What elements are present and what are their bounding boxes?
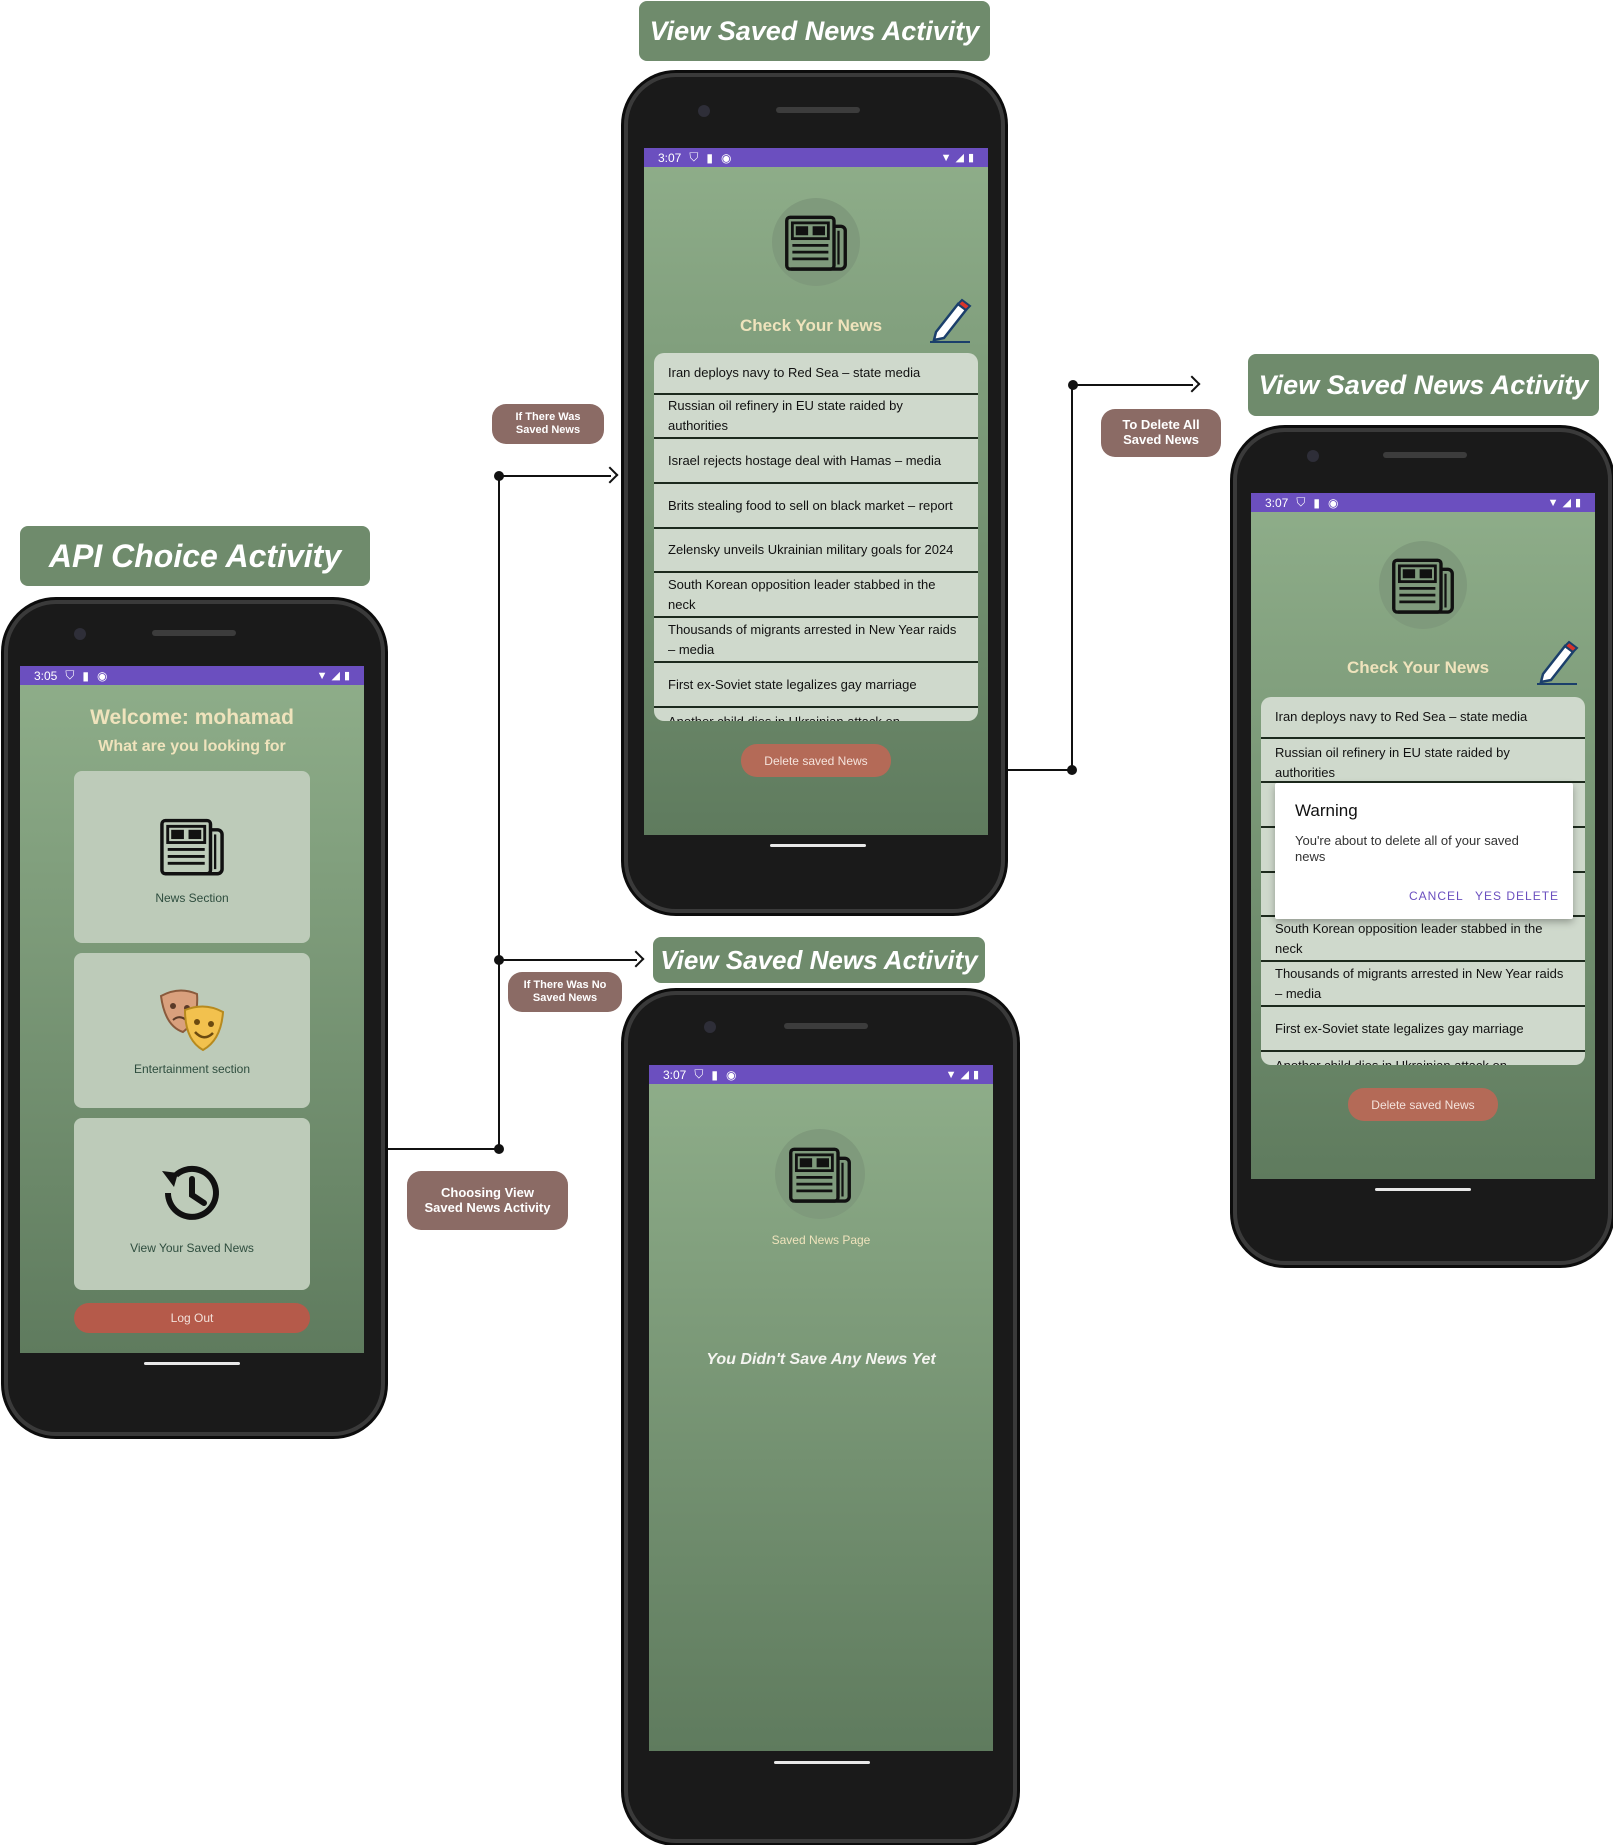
- saved-news-list[interactable]: Iran deploys navy to Red Sea – state med…: [654, 353, 978, 721]
- list-item[interactable]: Russian oil refinery in EU state raided …: [1261, 739, 1585, 783]
- list-item[interactable]: Thousands of migrants arrested in New Ye…: [654, 618, 978, 663]
- empty-message: You Didn't Save Any News Yet: [706, 1351, 936, 1368]
- delete-saved-news-button[interactable]: Delete saved News: [741, 744, 891, 777]
- view-saved-activity-label-top: View Saved News Activity: [639, 1, 990, 61]
- saved-news-label: View Your Saved News: [130, 1241, 254, 1255]
- signal-icon: ◢: [955, 152, 964, 164]
- pencil-icon[interactable]: [926, 296, 974, 344]
- dialog-title: Warning: [1295, 801, 1358, 820]
- circle-icon: ◉: [96, 668, 108, 683]
- list-item[interactable]: Another child dies in Ukrainian attack o…: [1261, 1052, 1585, 1065]
- entertainment-section-label: Entertainment section: [133, 1061, 251, 1076]
- signal-icon: ◢: [960, 1069, 969, 1081]
- battery-icon: ▮: [343, 670, 350, 682]
- logout-button[interactable]: Log Out: [74, 1303, 310, 1333]
- circle-icon: ◉: [725, 1067, 737, 1082]
- flow-label-to-delete: To Delete All Saved News: [1101, 409, 1221, 457]
- status-bar: 3:05 ⛉ ▮ ◉ ▼ ◢ ▮: [20, 666, 364, 685]
- status-bar: 3:07 ⛉ ▮ ◉ ▼ ◢ ▮: [644, 148, 988, 167]
- flow-label-if-saved: If There Was Saved News: [492, 404, 604, 444]
- list-item[interactable]: Russian oil refinery in EU state raided …: [654, 395, 978, 439]
- check-your-news-title: Check Your News: [1347, 658, 1490, 677]
- battery-icon: ▮: [1574, 497, 1581, 509]
- dialog-message: You're about to delete all of your saved…: [1295, 833, 1519, 864]
- sd-card-icon: ▮: [82, 668, 89, 683]
- shield-icon: ⛉: [1296, 495, 1306, 509]
- view-saved-activity-label-right: View Saved News Activity: [1248, 354, 1599, 416]
- newspaper-icon: [780, 206, 852, 278]
- entertainment-section-card[interactable]: Entertainment section: [74, 953, 310, 1108]
- list-item[interactable]: Iran deploys navy to Red Sea – state med…: [654, 353, 978, 395]
- circle-icon: ◉: [1327, 495, 1339, 510]
- status-time: 3:07: [663, 1067, 687, 1082]
- signal-icon: ◢: [1562, 497, 1571, 509]
- view-saved-activity-label-bottom: View Saved News Activity: [653, 937, 985, 983]
- newspaper-icon: [1387, 549, 1459, 621]
- status-time: 3:07: [1265, 495, 1289, 510]
- screen-view-saved: 3:07 ⛉ ▮ ◉ ▼ ◢ ▮ Check Your News Iran deploys…: [644, 148, 988, 835]
- list-item[interactable]: Brits stealing food to sell on black mar…: [654, 484, 978, 529]
- warning-dialog: Warning You're about to delete all of yo…: [1275, 783, 1573, 919]
- list-item[interactable]: South Korean opposition leader stabbed i…: [1261, 917, 1585, 962]
- status-bar: 3:07 ⛉ ▮ ◉ ▼ ◢ ▮: [649, 1065, 993, 1084]
- list-item[interactable]: Zelensky unveils Ukrainian military goal…: [654, 529, 978, 573]
- newspaper-icon: [155, 809, 229, 883]
- welcome-text: Welcome: mohamad: [90, 706, 294, 729]
- history-icon: [162, 1165, 219, 1220]
- status-bar: 3:07 ⛉ ▮ ◉ ▼ ◢ ▮: [1251, 493, 1595, 512]
- saved-news-card[interactable]: View Your Saved News: [74, 1118, 310, 1290]
- wifi-icon: ▼: [1547, 496, 1559, 509]
- phone-view-saved-empty: 3:07 ⛉ ▮ ◉ ▼ ◢ ▮ Saved News Page You Didn't S…: [624, 991, 1017, 1843]
- phone-view-saved-with-news: 3:07 ⛉ ▮ ◉ ▼ ◢ ▮ Check Your News Iran deploys…: [624, 73, 1005, 913]
- status-time: 3:05: [34, 668, 58, 683]
- check-your-news-title: Check Your News: [740, 316, 883, 335]
- sd-card-icon: ▮: [1313, 495, 1320, 510]
- list-item[interactable]: Another child dies in Ukrainian attack o…: [654, 708, 978, 721]
- shield-icon: ⛉: [65, 668, 75, 682]
- battery-icon: ▮: [972, 1069, 979, 1081]
- shield-icon: ⛉: [694, 1067, 704, 1081]
- newspaper-icon-circle: [772, 198, 860, 286]
- cancel-button[interactable]: CANCEL: [1409, 889, 1464, 903]
- screen-api-choice: 3:05 ⛉ ▮ ◉ ▼ ◢ ▮ Welcome: mohamad What are yo…: [20, 666, 364, 1353]
- list-item[interactable]: Israel rejects hostage deal with Hamas –…: [654, 439, 978, 484]
- status-time: 3:07: [658, 150, 682, 165]
- signal-icon: ◢: [331, 670, 340, 682]
- wifi-icon: ▼: [940, 151, 952, 164]
- screen-dialog: 3:07 ⛉ ▮ ◉ ▼ ◢ ▮ Check Your News Iran deploys…: [1251, 493, 1595, 1179]
- shield-icon: ⛉: [689, 150, 699, 164]
- circle-icon: ◉: [720, 150, 732, 165]
- list-item[interactable]: First ex-Soviet state legalizes gay marr…: [1261, 1007, 1585, 1052]
- subtitle-text: What are you looking for: [98, 738, 286, 755]
- newspaper-icon: [784, 1138, 856, 1210]
- wifi-icon: ▼: [945, 1068, 957, 1081]
- list-item[interactable]: Thousands of migrants arrested in New Ye…: [1261, 962, 1585, 1007]
- pencil-icon[interactable]: [1533, 638, 1581, 686]
- phone-api-choice: 3:05 ⛉ ▮ ◉ ▼ ◢ ▮ Welcome: mohamad What are yo…: [4, 600, 385, 1436]
- newspaper-icon-circle: [775, 1129, 865, 1219]
- list-item[interactable]: Iran deploys navy to Red Sea – state med…: [1261, 697, 1585, 739]
- list-item[interactable]: First ex-Soviet state legalizes gay marr…: [654, 663, 978, 708]
- theater-masks-icon: [159, 989, 225, 1051]
- sd-card-icon: ▮: [706, 150, 713, 165]
- screen-saved-empty: 3:07 ⛉ ▮ ◉ ▼ ◢ ▮ Saved News Page You Didn't S…: [649, 1065, 993, 1751]
- saved-news-page-title: Saved News Page: [771, 1233, 871, 1247]
- newspaper-icon-circle: [1379, 541, 1467, 629]
- battery-icon: ▮: [967, 152, 974, 164]
- api-choice-activity-label: API Choice Activity: [20, 526, 370, 586]
- phone-view-saved-dialog: 3:07 ⛉ ▮ ◉ ▼ ◢ ▮ Check Your News Iran deploys…: [1233, 428, 1612, 1265]
- sd-card-icon: ▮: [711, 1067, 718, 1082]
- wifi-icon: ▼: [316, 669, 328, 682]
- flow-label-if-no-saved: If There Was No Saved News: [508, 972, 622, 1012]
- flow-label-choosing: Choosing View Saved News Activity: [407, 1171, 568, 1230]
- news-section-label: News Section: [155, 891, 229, 905]
- list-item[interactable]: South Korean opposition leader stabbed i…: [654, 573, 978, 618]
- yes-delete-button[interactable]: YES DELETE: [1475, 889, 1559, 903]
- news-section-card[interactable]: News Section: [74, 771, 310, 943]
- delete-saved-news-button[interactable]: Delete saved News: [1348, 1088, 1498, 1121]
